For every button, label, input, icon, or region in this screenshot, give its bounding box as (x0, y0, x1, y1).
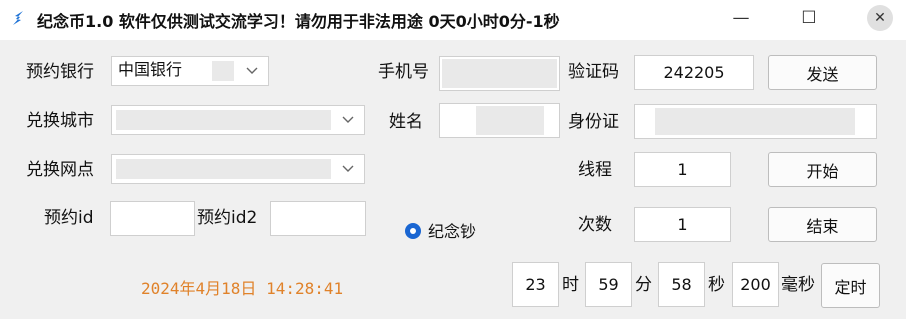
timer-seconds-input[interactable]: 58 (658, 262, 705, 307)
phone-label: 手机号 (378, 62, 429, 82)
count-label: 次数 (578, 215, 612, 235)
redacted-area (476, 106, 544, 135)
count-input[interactable]: 1 (634, 207, 731, 242)
minimize-icon: — (732, 8, 750, 28)
redacted-area (655, 108, 855, 135)
timer-ms-input[interactable]: 200 (732, 262, 779, 307)
chevron-down-icon (342, 165, 354, 172)
timer-ms-unit: 毫秒 (781, 275, 815, 295)
reservation-id-label: 预约id (44, 208, 94, 228)
window-title: 纪念币1.0 软件仅供测试交流学习！请勿用于非法用途 0天0小时0分-1秒 (37, 12, 560, 31)
phone-input[interactable] (439, 56, 560, 91)
branch-select[interactable] (111, 154, 365, 184)
redacted-area (442, 59, 557, 88)
bank-label: 预约银行 (26, 62, 94, 82)
reservation-id-input[interactable] (110, 201, 195, 236)
name-input[interactable] (439, 103, 560, 138)
close-icon: ✕ (867, 5, 893, 31)
chevron-down-icon (342, 116, 354, 123)
timer-hours-input[interactable]: 23 (512, 262, 559, 307)
idcard-input[interactable] (634, 104, 877, 139)
start-button[interactable]: 开始 (768, 152, 877, 187)
app-logo-icon (13, 11, 23, 25)
current-datetime: 2024年4月18日 14:28:41 (141, 279, 344, 298)
redacted-area (212, 61, 234, 81)
timer-minutes-unit: 分 (635, 275, 652, 295)
reservation-id2-input[interactable] (270, 201, 366, 236)
timer-hours-unit: 时 (562, 275, 579, 295)
commemorative-note-label[interactable]: 纪念钞 (428, 220, 476, 244)
idcard-label: 身份证 (568, 112, 619, 132)
reservation-id2-label: 预约id2 (197, 208, 258, 228)
timer-minutes-input[interactable]: 59 (585, 262, 632, 307)
bank-select-value: 中国银行 (118, 60, 183, 79)
bank-select[interactable]: 中国银行 (111, 56, 269, 86)
close-button[interactable]: ✕ (858, 0, 902, 36)
chevron-down-icon (246, 67, 258, 74)
redacted-area (116, 110, 331, 130)
timer-seconds-unit: 秒 (708, 275, 725, 295)
branch-label: 兑换网点 (26, 160, 94, 180)
name-label: 姓名 (389, 112, 423, 132)
end-button[interactable]: 结束 (768, 207, 877, 242)
minimize-button[interactable]: — (718, 0, 764, 36)
city-label: 兑换城市 (26, 111, 94, 131)
code-input[interactable]: 242205 (634, 55, 754, 90)
commemorative-note-radio[interactable] (405, 223, 421, 239)
schedule-button[interactable]: 定时 (821, 263, 880, 308)
maximize-button[interactable]: ☐ (786, 0, 832, 36)
threads-label: 线程 (578, 160, 612, 180)
code-label: 验证码 (568, 62, 619, 82)
redacted-area (116, 159, 331, 179)
threads-input[interactable]: 1 (634, 152, 731, 187)
maximize-icon: ☐ (801, 8, 817, 28)
send-button[interactable]: 发送 (768, 55, 877, 90)
city-select[interactable] (111, 105, 365, 135)
